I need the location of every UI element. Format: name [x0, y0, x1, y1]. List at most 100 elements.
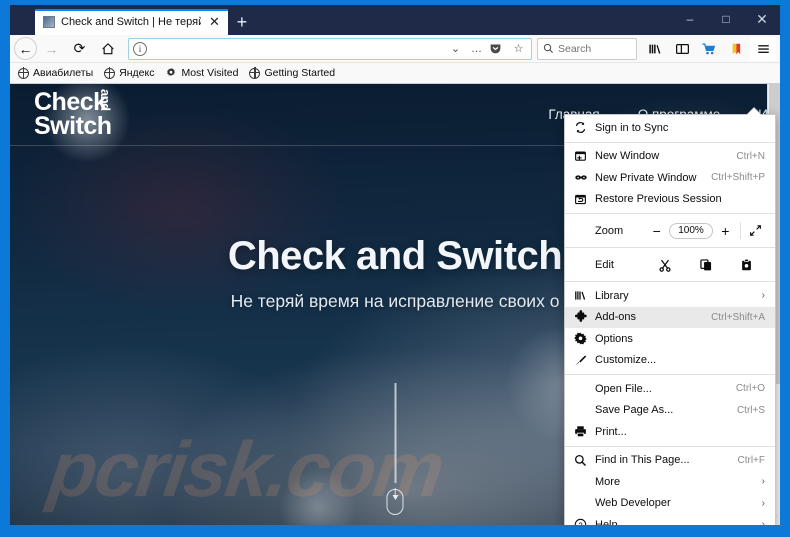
bookmark-label: Авиабилеты: [33, 67, 94, 79]
menu-item-new-window[interactable]: New Window Ctrl+N: [565, 146, 775, 168]
menu-item-customize[interactable]: Customize...: [565, 350, 775, 372]
bookmark-label: Getting Started: [264, 67, 336, 79]
reload-button[interactable]: ⟳: [66, 37, 93, 61]
bookmark-label: Яндекс: [119, 67, 155, 79]
menu-separator: [565, 445, 775, 447]
search-icon: [543, 43, 554, 54]
menu-item-add-ons[interactable]: Add-ons Ctrl+Shift+A: [565, 306, 775, 328]
gear-icon: [167, 67, 176, 77]
menu-item-shortcut: Ctrl+Shift+A: [711, 311, 765, 323]
chevron-right-icon: ›: [761, 497, 765, 509]
navigation-toolbar: ← → ⟳ i ⌄ … ☆ Search: [10, 35, 780, 63]
chevron-right-icon: ›: [761, 476, 765, 488]
home-icon: [101, 42, 114, 54]
bookmark-item[interactable]: Авиабилеты: [17, 67, 94, 79]
menu-item-label: Find in This Page...: [595, 454, 690, 467]
home-button[interactable]: [94, 37, 121, 61]
back-button[interactable]: ←: [14, 37, 37, 60]
menu-item-more[interactable]: More ›: [565, 471, 775, 493]
zoom-label: Zoom: [595, 224, 624, 237]
menu-item-print[interactable]: Print...: [565, 421, 775, 443]
menu-item-new-private-window[interactable]: New Private Window Ctrl+Shift+P: [565, 167, 775, 189]
menu-item-shortcut: Ctrl+N: [736, 150, 765, 162]
menu-item-label: Library: [595, 289, 629, 302]
search-icon: [573, 454, 588, 467]
divider: [739, 222, 741, 239]
private-window-mask-icon: [573, 171, 588, 184]
tab-close-icon[interactable]: ✕: [207, 16, 222, 29]
menu-item-label: More: [595, 475, 621, 488]
menu-item-label: Sign in to Sync: [595, 121, 669, 134]
tab-favicon-icon: [43, 16, 55, 28]
menu-item-shortcut: Ctrl+Shift+P: [711, 172, 765, 184]
bookmark-flag-icon[interactable]: [723, 37, 749, 61]
menu-item-library[interactable]: Library ›: [565, 285, 775, 307]
menu-item-sign-in-to-sync[interactable]: Sign in to Sync: [565, 117, 775, 139]
menu-item-label: Web Developer: [595, 497, 671, 510]
paste-button[interactable]: [736, 258, 758, 272]
globe-icon: [17, 67, 29, 79]
menu-item-find-in-this-page[interactable]: Find in This Page... Ctrl+F: [565, 450, 775, 472]
forward-button[interactable]: →: [38, 37, 65, 61]
pocket-icon[interactable]: [489, 42, 506, 55]
tab-bar: Check and Switch | Не теряй в ✕ + – □ ✕: [10, 5, 780, 35]
edit-controls: [645, 258, 767, 272]
site-logo[interactable]: Check Switch and: [34, 88, 113, 140]
maximize-button[interactable]: □: [708, 5, 744, 33]
bookmark-item[interactable]: Яндекс: [103, 67, 155, 79]
menu-separator: [565, 141, 775, 143]
browser-window: Check and Switch | Не теряй в ✕ + – □ ✕ …: [10, 5, 780, 525]
bookmark-item[interactable]: Getting Started: [249, 67, 335, 79]
menu-item-web-developer[interactable]: Web Developer ›: [565, 493, 775, 515]
menu-item-shortcut: Ctrl+O: [735, 383, 765, 395]
help-circle-icon: ?: [573, 518, 588, 525]
menu-item-help[interactable]: ? Help ›: [565, 514, 775, 525]
globe-icon: [249, 67, 261, 79]
menu-item-options[interactable]: Options: [565, 328, 775, 350]
close-window-button[interactable]: ✕: [744, 5, 780, 33]
page-actions-icon[interactable]: …: [468, 43, 485, 55]
printer-icon: [573, 425, 588, 438]
menu-item-label: Add-ons: [595, 311, 636, 324]
zoom-out-button[interactable]: −: [646, 223, 668, 239]
zoom-in-button[interactable]: +: [714, 223, 736, 239]
identity-info-icon[interactable]: i: [133, 41, 147, 56]
fullscreen-button[interactable]: [744, 224, 766, 237]
logo-line-2: Switch: [34, 111, 112, 140]
new-tab-button[interactable]: +: [228, 9, 256, 35]
logo-and-text: and: [98, 88, 113, 111]
cart-icon[interactable]: [696, 37, 722, 61]
sync-icon: [573, 121, 588, 134]
menu-item-restore-previous-session[interactable]: Restore Previous Session: [565, 189, 775, 211]
browser-tab[interactable]: Check and Switch | Не теряй в ✕: [35, 9, 228, 35]
globe-icon: [103, 67, 116, 79]
copy-button[interactable]: [695, 258, 717, 272]
library-icon[interactable]: [642, 37, 668, 61]
address-bar[interactable]: i ⌄ … ☆: [128, 37, 532, 60]
menu-item-label: Help: [595, 518, 618, 525]
gear-icon: [573, 332, 588, 345]
zoom-level-pill[interactable]: 100%: [669, 222, 713, 239]
menu-item-save-page-as[interactable]: Save Page As... Ctrl+S: [565, 400, 775, 422]
bookmark-star-icon[interactable]: ☆: [510, 42, 527, 55]
menu-item-label: Print...: [595, 425, 627, 438]
search-input-placeholder[interactable]: Search: [558, 43, 591, 55]
bookmark-item[interactable]: Most Visited: [165, 67, 238, 79]
scroll-down-indicator[interactable]: [386, 383, 404, 515]
scroll-line: [394, 383, 396, 483]
restore-session-icon: [573, 193, 588, 206]
hamburger-menu-icon[interactable]: [750, 36, 776, 61]
minimize-button[interactable]: –: [672, 5, 708, 33]
menu-item-shortcut: Ctrl+S: [736, 404, 765, 416]
menu-item-open-file[interactable]: Open File... Ctrl+O: [565, 378, 775, 400]
zoom-controls: − 100% +: [645, 222, 767, 239]
menu-item-label: Customize...: [595, 354, 657, 367]
search-box[interactable]: Search: [537, 37, 637, 60]
chevron-right-icon: ›: [761, 519, 765, 525]
chevron-right-icon: ›: [761, 290, 765, 302]
sidebar-icon[interactable]: [669, 37, 695, 61]
cut-button[interactable]: [654, 258, 676, 272]
chevron-down-icon[interactable]: ⌄: [447, 42, 464, 55]
tab-title: Check and Switch | Не теряй в: [61, 16, 201, 28]
addons-puzzle-icon: [573, 310, 588, 324]
